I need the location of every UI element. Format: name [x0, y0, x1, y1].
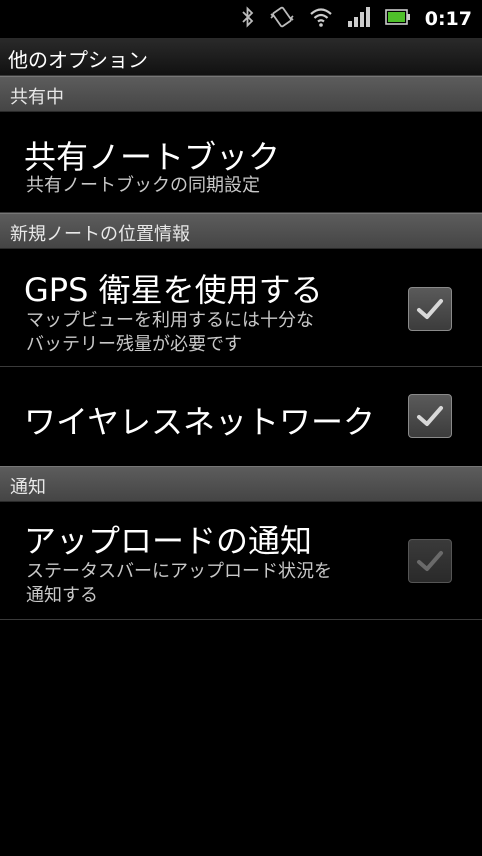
section-header-location: 新規ノートの位置情報	[0, 213, 482, 249]
section-header-sharing: 共有中	[0, 76, 482, 112]
gps-summary: マップビューを利用するには十分な バッテリー残量が必要です	[26, 310, 314, 355]
wireless-network-checkbox[interactable]	[408, 394, 452, 438]
section-header-notification: 通知	[0, 466, 482, 502]
check-icon	[417, 551, 443, 571]
shared-notebook-summary: 共有ノートブックの同期設定	[26, 175, 260, 196]
signal-icon	[347, 6, 371, 32]
battery-icon	[384, 9, 411, 29]
upload-notification-checkbox[interactable]	[408, 539, 452, 583]
wifi-icon	[309, 6, 333, 32]
upload-notification-summary: ステータスバーにアップロード状況を 通知する	[26, 561, 332, 606]
gps-row[interactable]: GPS 衛星を使用する マップビューを利用するには十分な バッテリー残量が必要で…	[0, 249, 482, 367]
title-bar: 他のオプション	[0, 38, 482, 76]
gps-title: GPS 衛星を使用する	[24, 271, 323, 309]
shared-notebook-title: 共有ノートブック	[24, 138, 281, 176]
page-title: 他のオプション	[8, 48, 148, 72]
section-header-label: 新規ノートの位置情報	[10, 224, 190, 245]
section-header-label: 通知	[10, 477, 46, 498]
check-icon	[417, 406, 443, 426]
clock: 0:17	[424, 8, 472, 30]
gps-checkbox[interactable]	[408, 287, 452, 331]
status-bar: 0:17	[0, 0, 482, 38]
vibrate-icon	[269, 5, 295, 33]
upload-notification-title: アップロードの通知	[24, 522, 313, 560]
wireless-network-row[interactable]: ワイヤレスネットワーク	[0, 367, 482, 468]
upload-notification-row[interactable]: アップロードの通知 ステータスバーにアップロード状況を 通知する	[0, 502, 482, 620]
status-icons: 0:17	[241, 0, 472, 38]
section-header-label: 共有中	[10, 87, 64, 108]
shared-notebook-row[interactable]: 共有ノートブック 共有ノートブックの同期設定	[0, 112, 482, 213]
check-icon	[417, 299, 443, 319]
wireless-network-title: ワイヤレスネットワーク	[24, 403, 376, 441]
bluetooth-icon	[241, 6, 255, 32]
